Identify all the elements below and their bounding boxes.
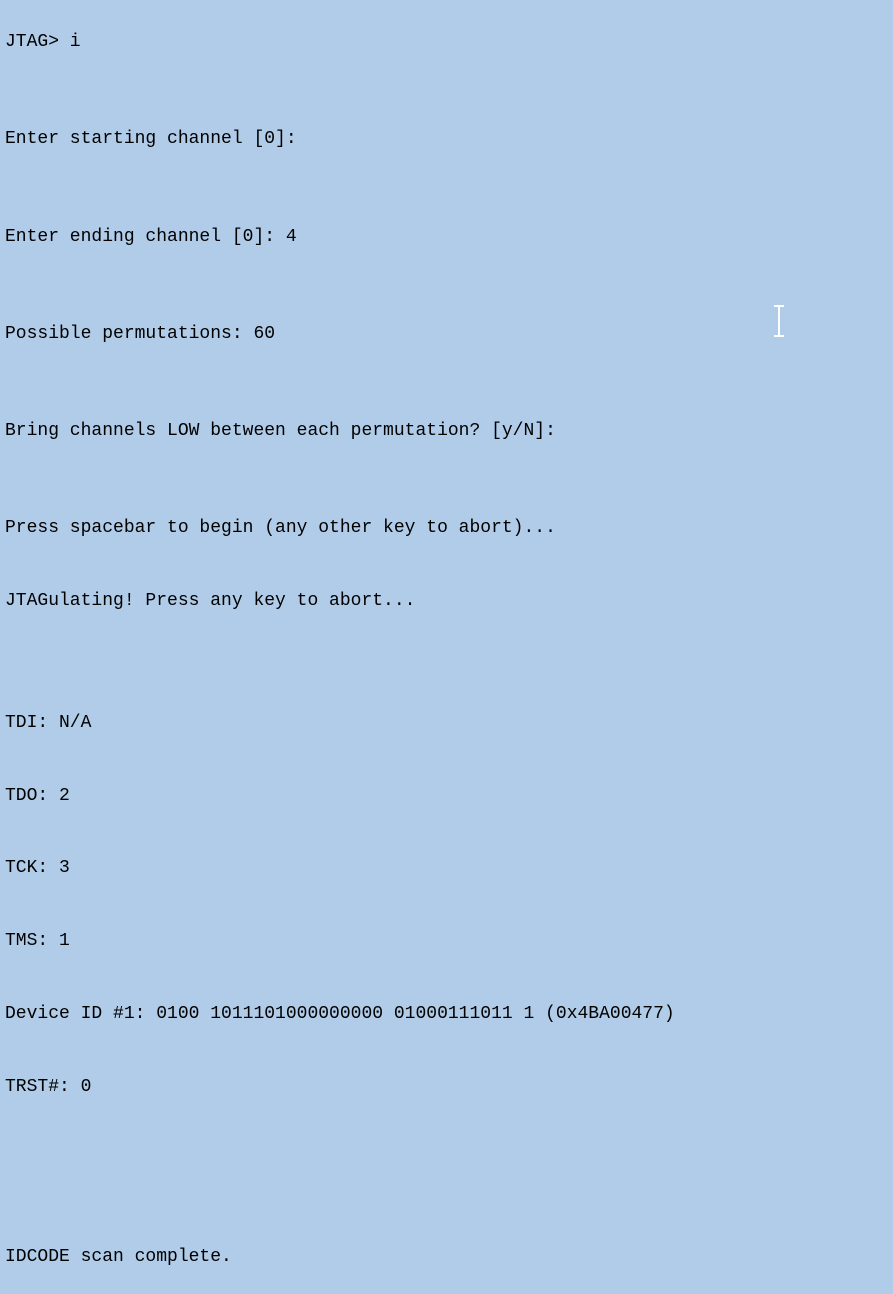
terminal-line: Enter ending channel [0]: 4: [5, 225, 888, 249]
terminal-line: JTAG> i: [5, 30, 888, 54]
terminal-line: IDCODE scan complete.: [5, 1245, 888, 1269]
terminal-line: TRST#: 0: [5, 1075, 888, 1099]
terminal-line: JTAGulating! Press any key to abort...: [5, 589, 888, 613]
terminal-line: Possible permutations: 60: [5, 322, 888, 346]
terminal-line: Press spacebar to begin (any other key t…: [5, 516, 888, 540]
terminal-output[interactable]: JTAG> i Enter starting channel [0]: Ente…: [5, 6, 888, 1294]
terminal-line: Bring channels LOW between each permutat…: [5, 419, 888, 443]
terminal-line: Enter starting channel [0]:: [5, 127, 888, 151]
terminal-line: TDI: N/A: [5, 711, 888, 735]
terminal-line: TCK: 3: [5, 856, 888, 880]
terminal-line: TDO: 2: [5, 784, 888, 808]
terminal-line: TMS: 1: [5, 929, 888, 953]
terminal-line: Device ID #1: 0100 1011101000000000 0100…: [5, 1002, 888, 1026]
